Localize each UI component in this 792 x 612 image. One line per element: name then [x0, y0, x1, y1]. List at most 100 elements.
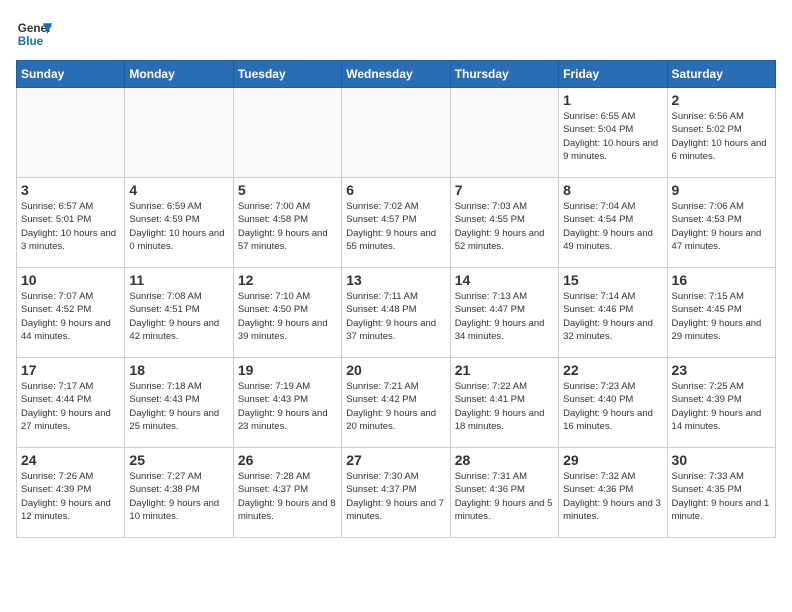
day-info: Sunrise: 7:10 AM Sunset: 4:50 PM Dayligh…: [238, 290, 337, 343]
calendar-cell: 27 Sunrise: 7:30 AM Sunset: 4:37 PM Dayli…: [342, 448, 450, 538]
weekday-header-thursday: Thursday: [450, 61, 558, 88]
day-number: 8: [563, 182, 662, 198]
calendar-cell: 9 Sunrise: 7:06 AM Sunset: 4:53 PM Daylig…: [667, 178, 775, 268]
day-info: Sunrise: 7:06 AM Sunset: 4:53 PM Dayligh…: [672, 200, 771, 253]
day-info: Sunrise: 7:18 AM Sunset: 4:43 PM Dayligh…: [129, 380, 228, 433]
calendar-cell: 24 Sunrise: 7:26 AM Sunset: 4:39 PM Dayli…: [17, 448, 125, 538]
weekday-header-monday: Monday: [125, 61, 233, 88]
week-row-3: 10 Sunrise: 7:07 AM Sunset: 4:52 PM Dayli…: [17, 268, 776, 358]
day-info: Sunrise: 7:23 AM Sunset: 4:40 PM Dayligh…: [563, 380, 662, 433]
calendar-cell: [17, 88, 125, 178]
calendar-cell: [342, 88, 450, 178]
day-info: Sunrise: 7:30 AM Sunset: 4:37 PM Dayligh…: [346, 470, 445, 523]
day-info: Sunrise: 7:27 AM Sunset: 4:38 PM Dayligh…: [129, 470, 228, 523]
calendar-cell: 19 Sunrise: 7:19 AM Sunset: 4:43 PM Dayli…: [233, 358, 341, 448]
calendar-cell: 25 Sunrise: 7:27 AM Sunset: 4:38 PM Dayli…: [125, 448, 233, 538]
day-number: 9: [672, 182, 771, 198]
day-info: Sunrise: 7:03 AM Sunset: 4:55 PM Dayligh…: [455, 200, 554, 253]
calendar-cell: 13Sunrise: 7:11 AM Sunset: 4:48 PM Dayli…: [342, 268, 450, 358]
weekday-header-row: SundayMondayTuesdayWednesdayThursdayFrid…: [17, 61, 776, 88]
day-info: Sunrise: 7:28 AM Sunset: 4:37 PM Dayligh…: [238, 470, 337, 523]
logo: General Blue: [16, 16, 52, 52]
calendar-cell: 21Sunrise: 7:22 AM Sunset: 4:41 PM Dayli…: [450, 358, 558, 448]
day-number: 19: [238, 362, 337, 378]
day-info: Sunrise: 7:33 AM Sunset: 4:35 PM Dayligh…: [672, 470, 771, 523]
day-info: Sunrise: 7:17 AM Sunset: 4:44 PM Dayligh…: [21, 380, 120, 433]
calendar-cell: 23 Sunrise: 7:25 AM Sunset: 4:39 PM Dayli…: [667, 358, 775, 448]
day-number: 22: [563, 362, 662, 378]
day-number: 25: [129, 452, 228, 468]
day-number: 23: [672, 362, 771, 378]
calendar-cell: 10 Sunrise: 7:07 AM Sunset: 4:52 PM Dayli…: [17, 268, 125, 358]
day-info: Sunrise: 7:22 AM Sunset: 4:41 PM Dayligh…: [455, 380, 554, 433]
weekday-header-saturday: Saturday: [667, 61, 775, 88]
day-number: 3: [21, 182, 120, 198]
calendar-cell: 16 Sunrise: 7:15 AM Sunset: 4:45 PM Dayli…: [667, 268, 775, 358]
header: General Blue: [16, 16, 776, 52]
day-info: Sunrise: 7:31 AM Sunset: 4:36 PM Dayligh…: [455, 470, 554, 523]
day-info: Sunrise: 7:32 AM Sunset: 4:36 PM Dayligh…: [563, 470, 662, 523]
day-number: 7: [455, 182, 554, 198]
weekday-header-wednesday: Wednesday: [342, 61, 450, 88]
day-info: Sunrise: 7:14 AM Sunset: 4:46 PM Dayligh…: [563, 290, 662, 343]
calendar-cell: 1 Sunrise: 6:55 AM Sunset: 5:04 PM Daylig…: [559, 88, 667, 178]
day-number: 1: [563, 92, 662, 108]
logo-icon: General Blue: [16, 16, 52, 52]
calendar-cell: 18 Sunrise: 7:18 AM Sunset: 4:43 PM Dayli…: [125, 358, 233, 448]
day-number: 14: [455, 272, 554, 288]
week-row-1: 1 Sunrise: 6:55 AM Sunset: 5:04 PM Daylig…: [17, 88, 776, 178]
day-number: 27: [346, 452, 445, 468]
day-info: Sunrise: 6:59 AM Sunset: 4:59 PM Dayligh…: [129, 200, 228, 253]
day-info: Sunrise: 6:55 AM Sunset: 5:04 PM Dayligh…: [563, 110, 662, 163]
day-number: 17: [21, 362, 120, 378]
week-row-2: 3 Sunrise: 6:57 AM Sunset: 5:01 PM Daylig…: [17, 178, 776, 268]
calendar-cell: 20Sunrise: 7:21 AM Sunset: 4:42 PM Dayli…: [342, 358, 450, 448]
day-number: 2: [672, 92, 771, 108]
calendar-table: SundayMondayTuesdayWednesdayThursdayFrid…: [16, 60, 776, 538]
calendar-cell: 15 Sunrise: 7:14 AM Sunset: 4:46 PM Dayli…: [559, 268, 667, 358]
day-info: Sunrise: 7:21 AM Sunset: 4:42 PM Dayligh…: [346, 380, 445, 433]
day-number: 24: [21, 452, 120, 468]
calendar-cell: 30 Sunrise: 7:33 AM Sunset: 4:35 PM Dayli…: [667, 448, 775, 538]
day-info: Sunrise: 7:00 AM Sunset: 4:58 PM Dayligh…: [238, 200, 337, 253]
calendar-cell: [450, 88, 558, 178]
calendar-cell: 3 Sunrise: 6:57 AM Sunset: 5:01 PM Daylig…: [17, 178, 125, 268]
day-number: 5: [238, 182, 337, 198]
day-info: Sunrise: 6:56 AM Sunset: 5:02 PM Dayligh…: [672, 110, 771, 163]
day-number: 6: [346, 182, 445, 198]
day-info: Sunrise: 6:57 AM Sunset: 5:01 PM Dayligh…: [21, 200, 120, 253]
day-info: Sunrise: 7:04 AM Sunset: 4:54 PM Dayligh…: [563, 200, 662, 253]
week-row-5: 24 Sunrise: 7:26 AM Sunset: 4:39 PM Dayli…: [17, 448, 776, 538]
day-number: 12: [238, 272, 337, 288]
day-number: 28: [455, 452, 554, 468]
calendar-cell: 5 Sunrise: 7:00 AM Sunset: 4:58 PM Daylig…: [233, 178, 341, 268]
calendar-cell: 26 Sunrise: 7:28 AM Sunset: 4:37 PM Dayli…: [233, 448, 341, 538]
day-info: Sunrise: 7:08 AM Sunset: 4:51 PM Dayligh…: [129, 290, 228, 343]
day-info: Sunrise: 7:15 AM Sunset: 4:45 PM Dayligh…: [672, 290, 771, 343]
calendar-cell: 4 Sunrise: 6:59 AM Sunset: 4:59 PM Daylig…: [125, 178, 233, 268]
day-number: 26: [238, 452, 337, 468]
calendar-cell: 8 Sunrise: 7:04 AM Sunset: 4:54 PM Daylig…: [559, 178, 667, 268]
calendar-cell: 11Sunrise: 7:08 AM Sunset: 4:51 PM Dayli…: [125, 268, 233, 358]
day-number: 18: [129, 362, 228, 378]
svg-text:Blue: Blue: [18, 35, 44, 48]
calendar-cell: [125, 88, 233, 178]
calendar-cell: 29Sunrise: 7:32 AM Sunset: 4:36 PM Dayli…: [559, 448, 667, 538]
day-info: Sunrise: 7:26 AM Sunset: 4:39 PM Dayligh…: [21, 470, 120, 523]
calendar-cell: 6 Sunrise: 7:02 AM Sunset: 4:57 PM Daylig…: [342, 178, 450, 268]
calendar-cell: 22 Sunrise: 7:23 AM Sunset: 4:40 PM Dayli…: [559, 358, 667, 448]
week-row-4: 17 Sunrise: 7:17 AM Sunset: 4:44 PM Dayli…: [17, 358, 776, 448]
day-info: Sunrise: 7:19 AM Sunset: 4:43 PM Dayligh…: [238, 380, 337, 433]
calendar-cell: 12 Sunrise: 7:10 AM Sunset: 4:50 PM Dayli…: [233, 268, 341, 358]
calendar-cell: 17 Sunrise: 7:17 AM Sunset: 4:44 PM Dayli…: [17, 358, 125, 448]
day-number: 16: [672, 272, 771, 288]
day-number: 10: [21, 272, 120, 288]
day-number: 15: [563, 272, 662, 288]
calendar-cell: 14Sunrise: 7:13 AM Sunset: 4:47 PM Dayli…: [450, 268, 558, 358]
weekday-header-tuesday: Tuesday: [233, 61, 341, 88]
day-number: 4: [129, 182, 228, 198]
day-number: 30: [672, 452, 771, 468]
day-info: Sunrise: 7:02 AM Sunset: 4:57 PM Dayligh…: [346, 200, 445, 253]
day-info: Sunrise: 7:25 AM Sunset: 4:39 PM Dayligh…: [672, 380, 771, 433]
day-info: Sunrise: 7:07 AM Sunset: 4:52 PM Dayligh…: [21, 290, 120, 343]
